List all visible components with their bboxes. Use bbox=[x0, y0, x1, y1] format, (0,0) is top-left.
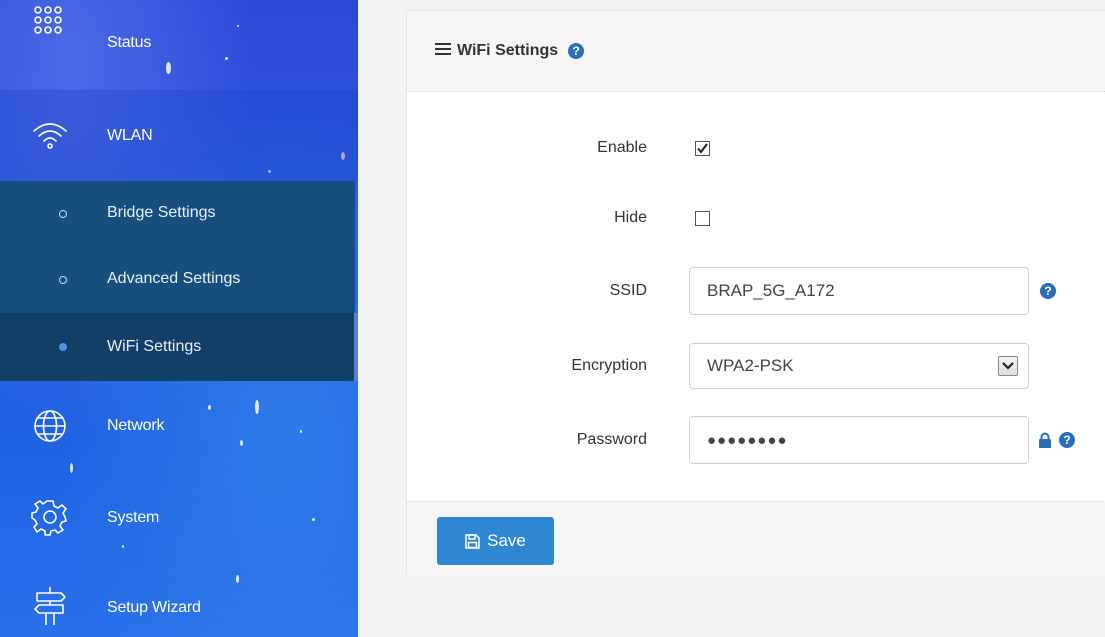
encryption-label: Encryption bbox=[571, 357, 647, 374]
help-icon[interactable]: ? bbox=[1040, 283, 1056, 299]
chevron-down-icon bbox=[998, 356, 1018, 376]
password-input[interactable]: ●●●●●●●● bbox=[689, 416, 1029, 464]
sidebar-item-system[interactable]: System bbox=[0, 471, 358, 561]
sidebar-subitem-advanced-settings[interactable]: Advanced Settings bbox=[0, 247, 355, 313]
gear-icon bbox=[30, 497, 70, 537]
sidebar-item-network[interactable]: Network bbox=[0, 381, 358, 471]
signpost-icon bbox=[30, 585, 70, 625]
ssid-value: BRAP_5G_A172 bbox=[707, 281, 835, 300]
sidebar-item-label: Status bbox=[107, 34, 152, 51]
save-button[interactable]: Save bbox=[437, 517, 554, 565]
globe-icon bbox=[30, 406, 70, 446]
panel-title: WiFi Settings ? bbox=[435, 42, 585, 60]
wifi-settings-panel: WiFi Settings ? Enable Hide SSID BRAP_5G… bbox=[406, 10, 1105, 576]
sidebar-item-label: Network bbox=[107, 417, 165, 434]
sidebar-subitem-wifi-settings[interactable]: WiFi Settings bbox=[0, 313, 354, 381]
active-indicator bbox=[354, 313, 358, 381]
password-value: ●●●●●●●● bbox=[707, 431, 788, 449]
help-icon[interactable]: ? bbox=[1059, 432, 1075, 448]
grid-dots-icon bbox=[30, 2, 70, 42]
ssid-input[interactable]: BRAP_5G_A172 bbox=[689, 267, 1029, 315]
hide-checkbox[interactable] bbox=[695, 211, 710, 226]
enable-checkbox[interactable] bbox=[695, 141, 710, 156]
active-bullet-icon bbox=[59, 343, 67, 351]
panel-header: WiFi Settings ? bbox=[407, 11, 1105, 92]
sidebar-item-setup-wizard[interactable]: Setup Wizard bbox=[0, 561, 358, 637]
sidebar-item-status[interactable]: Status bbox=[0, 0, 358, 90]
panel-footer: Save bbox=[407, 501, 1105, 576]
save-button-label: Save bbox=[487, 531, 526, 550]
wifi-icon bbox=[30, 115, 70, 155]
ssid-label: SSID bbox=[609, 282, 647, 299]
bullet-icon bbox=[59, 276, 67, 284]
sidebar-subitem-label: Bridge Settings bbox=[107, 204, 216, 221]
panel-title-text: WiFi Settings bbox=[457, 42, 559, 59]
sidebar: Status WLAN Bridge Settings Advanced Set… bbox=[0, 0, 358, 637]
sidebar-item-label: System bbox=[107, 509, 160, 526]
checkmark-icon bbox=[697, 143, 708, 154]
list-icon bbox=[435, 42, 451, 60]
sidebar-subitem-label: Advanced Settings bbox=[107, 270, 241, 287]
bullet-icon bbox=[59, 210, 67, 218]
sidebar-item-wlan[interactable]: WLAN bbox=[0, 90, 358, 181]
enable-label: Enable bbox=[597, 139, 647, 156]
help-icon[interactable]: ? bbox=[568, 43, 585, 59]
encryption-value: WPA2-PSK bbox=[707, 356, 794, 375]
password-label: Password bbox=[576, 431, 647, 448]
sidebar-subitem-bridge-settings[interactable]: Bridge Settings bbox=[0, 181, 355, 247]
floppy-disk-icon bbox=[465, 533, 480, 549]
sidebar-subitem-label: WiFi Settings bbox=[107, 338, 202, 355]
lock-icon[interactable] bbox=[1038, 432, 1052, 453]
hide-label: Hide bbox=[614, 209, 647, 226]
sidebar-item-label: Setup Wizard bbox=[107, 599, 201, 616]
sidebar-item-label: WLAN bbox=[107, 127, 153, 144]
encryption-select[interactable]: WPA2-PSK bbox=[689, 343, 1029, 389]
